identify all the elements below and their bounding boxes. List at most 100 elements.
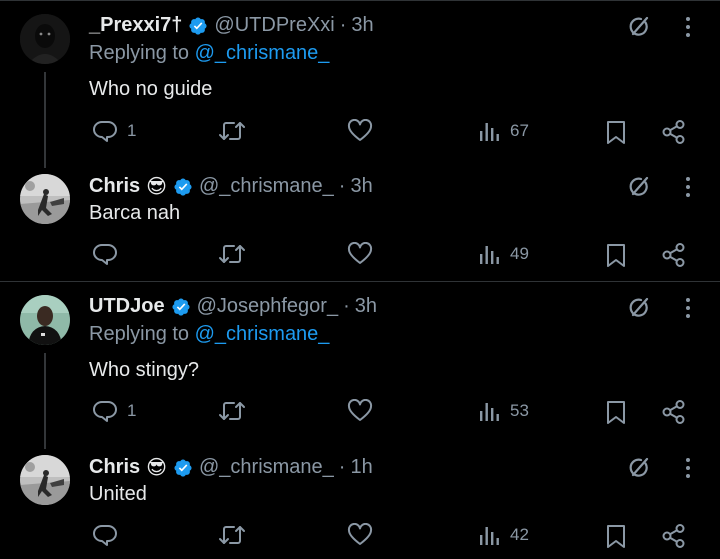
emoji-sunglasses: 😎 bbox=[146, 176, 167, 198]
retweet-icon bbox=[219, 402, 245, 420]
views-count: 49 bbox=[510, 244, 529, 263]
tweet-text: Who no guide bbox=[89, 78, 213, 100]
bookmark-button[interactable] bbox=[605, 242, 627, 268]
reply-button[interactable] bbox=[92, 523, 127, 547]
replying-to-label: Replying to bbox=[89, 42, 195, 64]
tweet-text: United bbox=[89, 483, 147, 505]
timestamp[interactable]: 1h bbox=[350, 456, 372, 479]
separator-dot: · bbox=[338, 456, 346, 478]
grok-icon[interactable] bbox=[626, 455, 652, 481]
tweet-2[interactable]: Chris 😎 @_chrismane_ · 3h Barca nah 49 bbox=[0, 160, 720, 280]
mention-link[interactable]: @_chrismane_ bbox=[195, 42, 330, 64]
like-icon bbox=[347, 399, 373, 421]
grok-icon[interactable] bbox=[626, 295, 652, 321]
more-icon[interactable] bbox=[678, 455, 698, 481]
like-icon bbox=[347, 523, 373, 545]
verified-badge-icon bbox=[173, 458, 193, 478]
tweet-text: Who stingy? bbox=[89, 359, 200, 381]
verified-badge-icon bbox=[171, 297, 191, 317]
bookmark-button[interactable] bbox=[605, 119, 627, 145]
tweet-3[interactable]: UTDJoe @Josephfegor_ · 3h Replying to @_… bbox=[0, 281, 720, 449]
more-icon[interactable] bbox=[678, 174, 698, 200]
handle[interactable]: @_chrismane_ bbox=[199, 456, 334, 479]
views-button[interactable]: 67 bbox=[479, 119, 529, 143]
like-icon bbox=[347, 242, 373, 264]
share-button[interactable] bbox=[661, 242, 687, 268]
separator-dot: · bbox=[343, 295, 350, 317]
retweet-icon bbox=[219, 526, 245, 544]
reply-icon bbox=[93, 244, 117, 265]
reply-count: 1 bbox=[127, 121, 137, 140]
tweet-text: Barca nah bbox=[89, 202, 181, 224]
like-button[interactable] bbox=[347, 242, 373, 266]
grok-icon[interactable] bbox=[626, 14, 652, 40]
views-button[interactable]: 49 bbox=[479, 242, 529, 266]
share-button[interactable] bbox=[661, 399, 687, 425]
reply-button[interactable] bbox=[92, 242, 127, 266]
handle[interactable]: @_chrismane_ bbox=[199, 175, 334, 198]
share-icon bbox=[662, 243, 685, 267]
share-icon bbox=[662, 524, 685, 548]
more-icon[interactable] bbox=[678, 14, 698, 40]
tweet-header: Chris 😎 @_chrismane_ · 1h bbox=[89, 455, 373, 480]
views-count: 67 bbox=[510, 121, 529, 140]
retweet-button[interactable] bbox=[218, 399, 246, 423]
retweet-button[interactable] bbox=[218, 523, 246, 547]
retweet-button[interactable] bbox=[218, 119, 246, 143]
tweet-header: UTDJoe @Josephfegor_ · 3h bbox=[89, 295, 377, 318]
timestamp[interactable]: 3h bbox=[355, 295, 377, 318]
thread-line bbox=[44, 72, 46, 168]
reply-icon bbox=[93, 525, 117, 546]
emoji-sunglasses: 😎 bbox=[146, 457, 167, 479]
verified-badge-icon bbox=[173, 177, 193, 197]
verified-badge-icon bbox=[188, 16, 208, 36]
reply-count: 1 bbox=[127, 401, 137, 420]
views-button[interactable]: 53 bbox=[479, 399, 529, 423]
reply-button[interactable]: 1 bbox=[92, 119, 136, 143]
like-button[interactable] bbox=[347, 119, 373, 143]
display-name[interactable]: UTDJoe bbox=[89, 295, 165, 318]
avatar[interactable] bbox=[20, 14, 70, 64]
retweet-button[interactable] bbox=[218, 242, 246, 266]
bookmark-icon bbox=[607, 244, 625, 267]
views-count: 42 bbox=[510, 525, 529, 544]
tweet-4[interactable]: Chris 😎 @_chrismane_ · 1h United 42 bbox=[0, 441, 720, 559]
avatar[interactable] bbox=[20, 455, 70, 505]
bookmark-button[interactable] bbox=[605, 523, 627, 549]
share-icon bbox=[662, 120, 685, 144]
like-button[interactable] bbox=[347, 399, 373, 423]
views-button[interactable]: 42 bbox=[479, 523, 529, 547]
share-button[interactable] bbox=[661, 119, 687, 145]
avatar[interactable] bbox=[20, 295, 70, 345]
thread-line bbox=[44, 353, 46, 449]
reply-button[interactable]: 1 bbox=[92, 399, 136, 423]
grok-icon[interactable] bbox=[626, 174, 652, 200]
handle[interactable]: @Josephfegor_ bbox=[197, 295, 339, 318]
like-icon bbox=[347, 119, 373, 141]
timestamp[interactable]: 3h bbox=[350, 175, 372, 198]
bookmark-icon bbox=[607, 525, 625, 548]
avatar[interactable] bbox=[20, 174, 70, 224]
views-count: 53 bbox=[510, 401, 529, 420]
separator-dot: · bbox=[339, 14, 347, 36]
handle[interactable]: @UTDPreXxi bbox=[214, 14, 334, 37]
views-icon bbox=[480, 403, 499, 421]
share-icon bbox=[662, 400, 685, 424]
display-name[interactable]: Chris bbox=[89, 456, 140, 479]
views-icon bbox=[480, 123, 499, 141]
share-button[interactable] bbox=[661, 523, 687, 549]
mention-link[interactable]: @_chrismane_ bbox=[195, 323, 330, 345]
timestamp[interactable]: 3h bbox=[351, 14, 373, 37]
tweet-header: _Prexxi7† @UTDPreXxi · 3h bbox=[89, 14, 374, 37]
views-icon bbox=[480, 246, 499, 264]
retweet-icon bbox=[219, 245, 245, 263]
display-name[interactable]: Chris bbox=[89, 175, 140, 198]
retweet-icon bbox=[219, 122, 245, 140]
tweet-1[interactable]: _Prexxi7† @UTDPreXxi · 3h Replying to @_… bbox=[0, 0, 720, 168]
like-button[interactable] bbox=[347, 523, 373, 547]
replying-to: Replying to @_chrismane_ bbox=[89, 42, 329, 65]
display-name[interactable]: _Prexxi7† bbox=[89, 14, 182, 37]
replying-to-label: Replying to bbox=[89, 323, 195, 345]
bookmark-button[interactable] bbox=[605, 399, 627, 425]
more-icon[interactable] bbox=[678, 295, 698, 321]
